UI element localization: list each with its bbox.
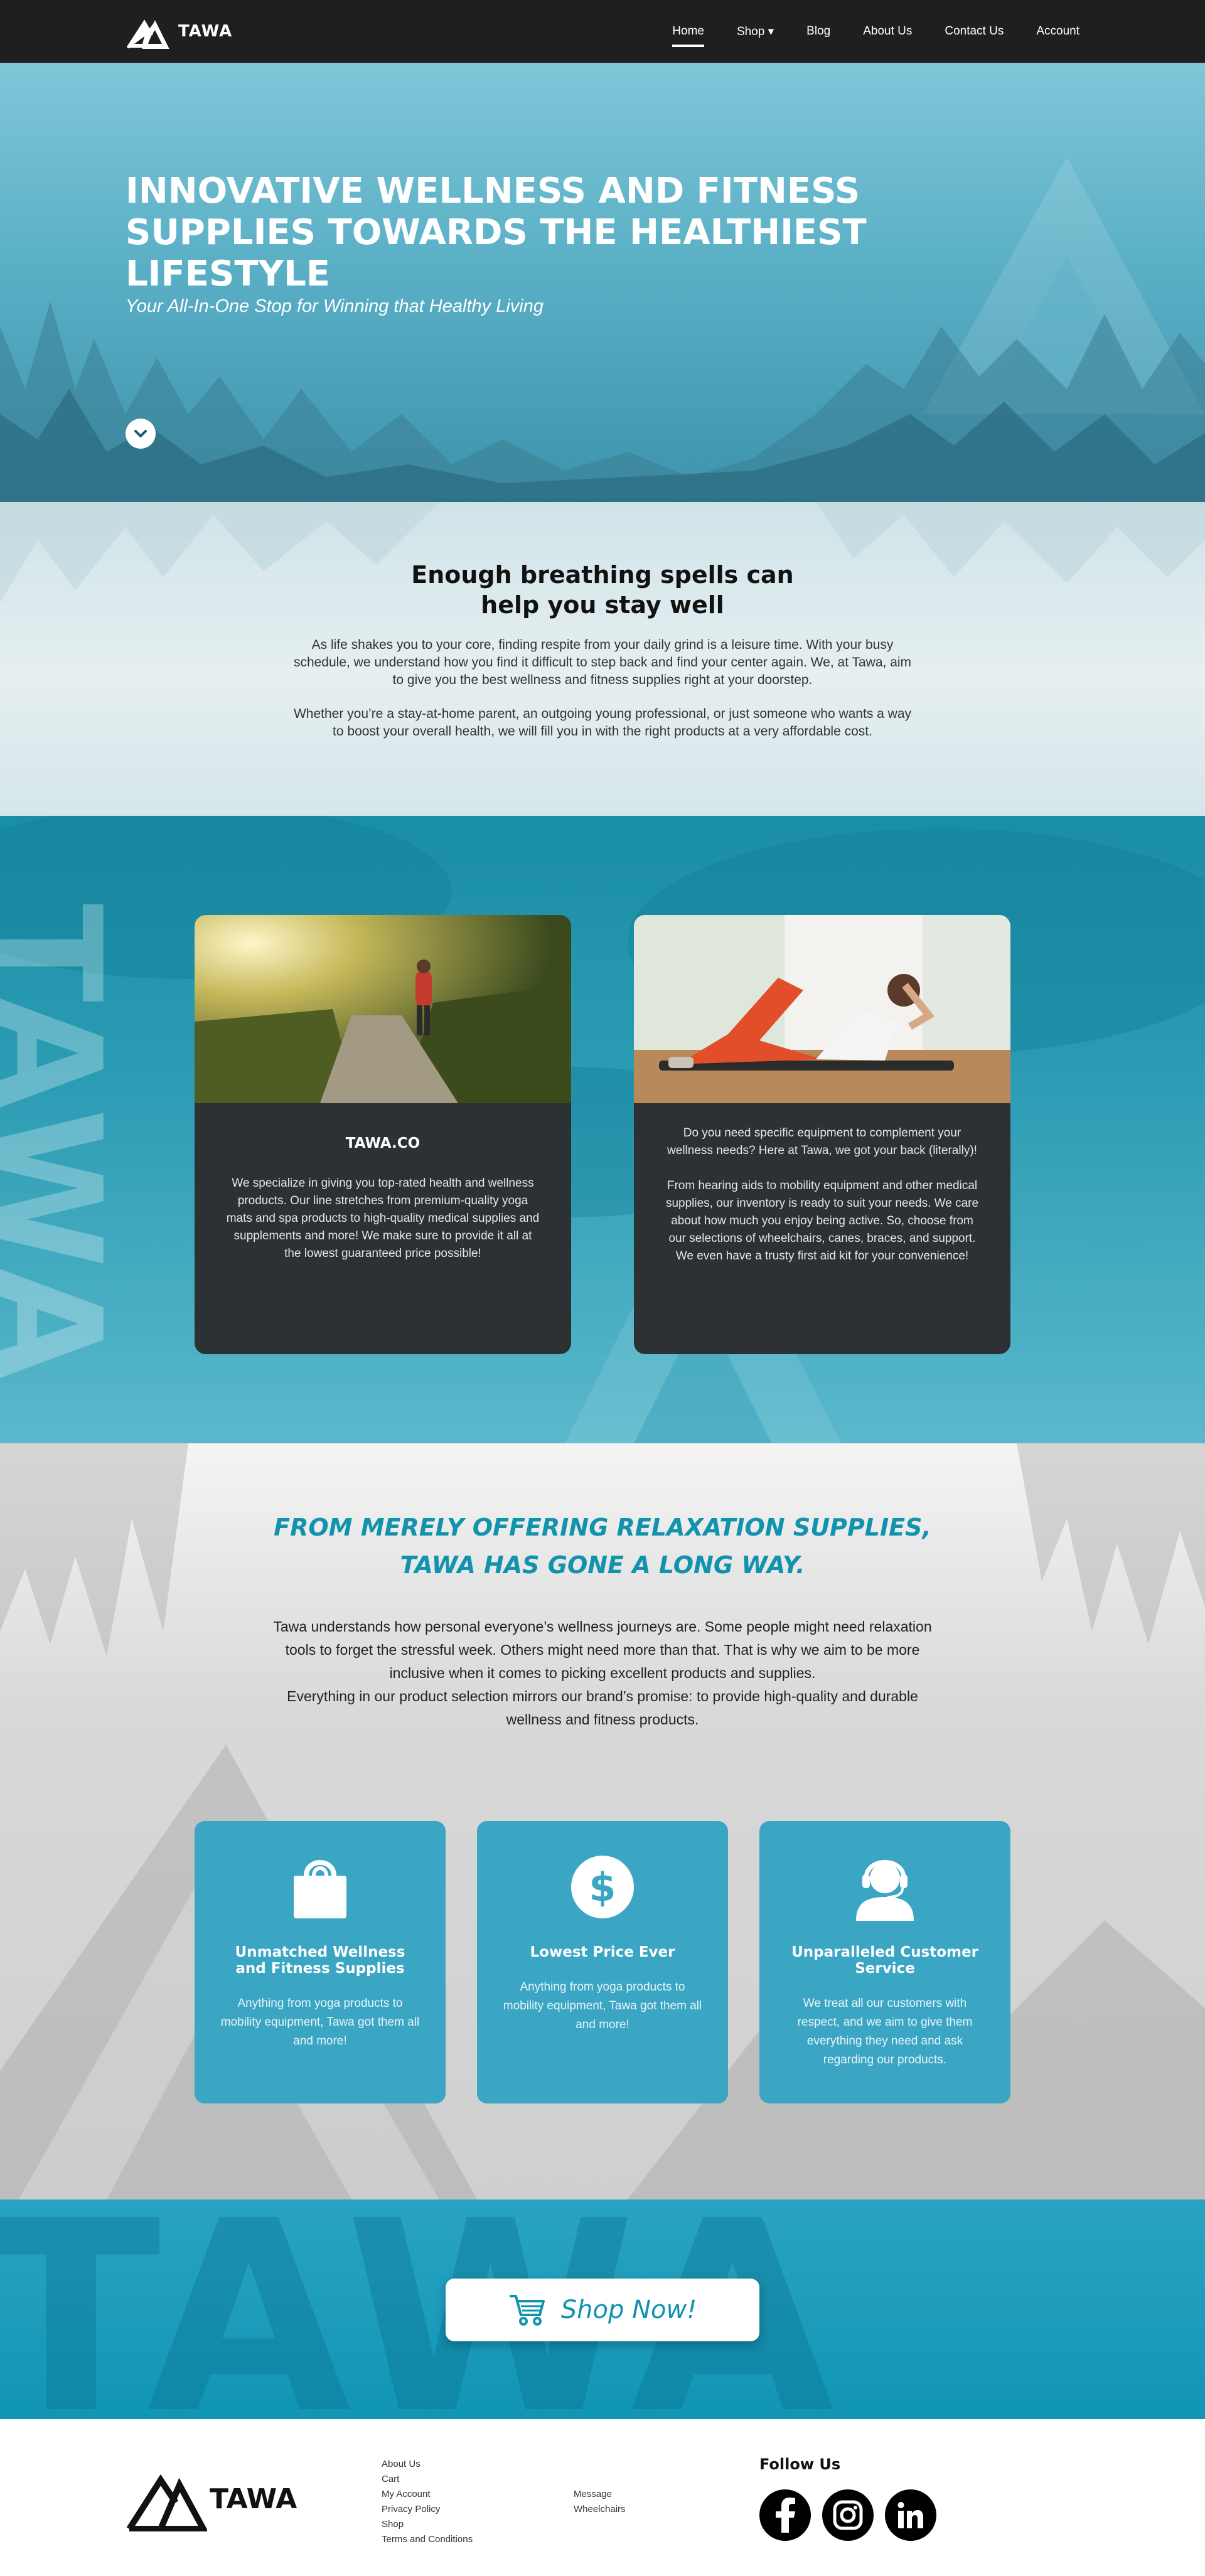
story-section: FROM MERELY OFFERING RELAXATION SUPPLIES… (0, 1443, 1205, 2199)
chevron-down-icon (134, 430, 147, 437)
shop-now-label: Shop Now! (560, 2295, 697, 2324)
footer-links-col-2: Message Wheelchairs (574, 2487, 626, 2517)
intro-section: Enough breathing spells can help you sta… (0, 502, 1205, 816)
mountain-logo-icon (126, 19, 169, 49)
footer-link-item[interactable]: Terms and Conditions (382, 2532, 473, 2547)
footer-logo[interactable]: TAWA (126, 2466, 297, 2531)
feature-card-supplies: Unmatched Wellness and Fitness Supplies … (195, 1821, 446, 2103)
footer-brand-name: TAWA (210, 2482, 297, 2515)
feature-text: Anything from yoga products to mobility … (503, 1980, 702, 2031)
workout-photo (634, 915, 1010, 1103)
intro-paragraph-1: As life shakes you to your core, finding… (293, 638, 912, 687)
footer-link-terms[interactable]: Terms and Conditions (382, 2534, 473, 2545)
story-title-line-2: TAWA HAS GONE A LONG WAY. (400, 1551, 805, 1579)
watermark-text: TAWA (0, 904, 131, 1386)
footer-link-wheelchairs[interactable]: Wheelchairs (574, 2504, 626, 2515)
mountain-logo-icon (126, 2474, 207, 2531)
card-body: TAWA.CO We specialize in giving you top-… (195, 1103, 571, 1263)
footer-link-shop[interactable]: Shop (382, 2519, 404, 2530)
scroll-down-button[interactable] (126, 419, 156, 449)
hero-section: INNOVATIVE WELLNESS AND FITNESS SUPPLIES… (0, 63, 1205, 502)
water-texture-background (0, 816, 1205, 1443)
nav-contact-us[interactable]: Contact Us (945, 19, 1004, 43)
feature-text: Anything from yoga products to mobility … (220, 1997, 420, 2048)
footer-link-about-us[interactable]: About Us (382, 2459, 420, 2469)
story-paragraph: Tawa understands how personal everyone’s… (264, 1615, 941, 1731)
card-image-situps (634, 915, 1010, 1103)
nav-account[interactable]: Account (1036, 19, 1079, 43)
story-paragraph-2: Everything in our product selection mirr… (287, 1688, 918, 1728)
card-equipment: Do you need specific equipment to comple… (634, 915, 1010, 1354)
top-nav: TAWA Home Shop ▾ Blog About Us Contact U… (0, 0, 1205, 63)
story-heading: FROM MERELY OFFERING RELAXATION SUPPLIES… (0, 1443, 1205, 1584)
footer-link-my-account[interactable]: My Account (382, 2489, 431, 2499)
intro-paragraph-2: Whether you’re a stay-at-home parent, an… (293, 707, 912, 739)
cta-section: TAWA Shop Now! (0, 2199, 1205, 2419)
hero-title: INNOVATIVE WELLNESS AND FITNESS SUPPLIES… (126, 171, 867, 294)
intro-title: Enough breathing spells can help you sta… (411, 561, 794, 619)
feature-text: We treat all our customers with respect,… (797, 1997, 973, 2066)
footer: TAWA About Us Cart My Account Privacy Po… (0, 2419, 1205, 2576)
feature-title: Unmatched Wellness and Fitness Supplies (235, 1944, 405, 1977)
shop-now-button[interactable]: Shop Now! (446, 2279, 759, 2341)
card-body: Do you need specific equipment to comple… (634, 1103, 1010, 1265)
brand-logo[interactable]: TAWA (126, 14, 232, 49)
linkedin-icon[interactable] (885, 2489, 936, 2541)
follow-us: Follow Us (759, 2456, 936, 2541)
footer-link-item[interactable]: My Account (382, 2487, 473, 2502)
card-text: We specialize in giving you top-rated he… (226, 1177, 540, 1260)
card-text-1: Do you need specific equipment to comple… (667, 1126, 977, 1157)
shopping-bag-icon (220, 1852, 420, 1921)
feature-title: Lowest Price Ever (530, 1944, 675, 1960)
feature-card-price: $ Lowest Price Ever Anything from yoga p… (477, 1821, 728, 2103)
nav-shop[interactable]: Shop ▾ (737, 19, 774, 44)
story-paragraph-1: Tawa understands how personal everyone’s… (273, 1618, 932, 1681)
intro-content: Enough breathing spells can help you sta… (289, 502, 916, 740)
footer-link-item[interactable]: Privacy Policy (382, 2502, 473, 2517)
hero-text: INNOVATIVE WELLNESS AND FITNESS SUPPLIES… (126, 171, 879, 317)
story-title-line-1: FROM MERELY OFFERING RELAXATION SUPPLIES… (274, 1514, 931, 1541)
follow-us-title: Follow Us (759, 2456, 841, 2473)
main-menu: Home Shop ▾ Blog About Us Contact Us Acc… (672, 19, 1079, 47)
dollar-icon: $ (502, 1852, 703, 1921)
card-image-runner (195, 915, 571, 1103)
hero-subtitle: Your All-In-One Stop for Winning that He… (126, 296, 544, 316)
instagram-icon[interactable] (822, 2489, 874, 2541)
headset-agent-icon (785, 1852, 985, 1921)
social-links (759, 2489, 936, 2541)
runner-path-photo (195, 915, 571, 1103)
svg-text:$: $ (589, 1864, 616, 1910)
nav-blog[interactable]: Blog (806, 19, 830, 43)
footer-link-item[interactable]: Wheelchairs (574, 2502, 626, 2517)
nav-about-us[interactable]: About Us (863, 19, 912, 43)
footer-links-col-1: About Us Cart My Account Privacy Policy … (382, 2457, 473, 2547)
footer-link-message[interactable]: Message (574, 2489, 612, 2499)
facebook-icon[interactable] (759, 2489, 811, 2541)
footer-link-item[interactable]: Cart (382, 2472, 473, 2487)
feature-card-service: Unparalleled Customer Service We treat a… (759, 1821, 1010, 2103)
footer-link-item[interactable]: About Us (382, 2457, 473, 2472)
about-cards-section: TAWA TAWA.CO We specialize in giving you… (0, 816, 1205, 1443)
card-tawa-co: TAWA.CO We specialize in giving you top-… (195, 915, 571, 1354)
feature-title: Unparalleled Customer Service (791, 1944, 978, 1977)
tawa-watermark-vertical: TAWA (0, 904, 131, 1386)
footer-link-privacy-policy[interactable]: Privacy Policy (382, 2504, 440, 2515)
card-heading: TAWA.CO (345, 1135, 420, 1152)
brand-name: TAWA (178, 22, 233, 41)
footer-link-cart[interactable]: Cart (382, 2474, 399, 2484)
card-text-2: From hearing aids to mobility equipment … (665, 1179, 979, 1263)
nav-home[interactable]: Home (672, 19, 704, 47)
cart-icon (509, 2295, 545, 2326)
footer-link-item[interactable]: Message (574, 2487, 626, 2502)
footer-link-item[interactable]: Shop (382, 2517, 473, 2532)
